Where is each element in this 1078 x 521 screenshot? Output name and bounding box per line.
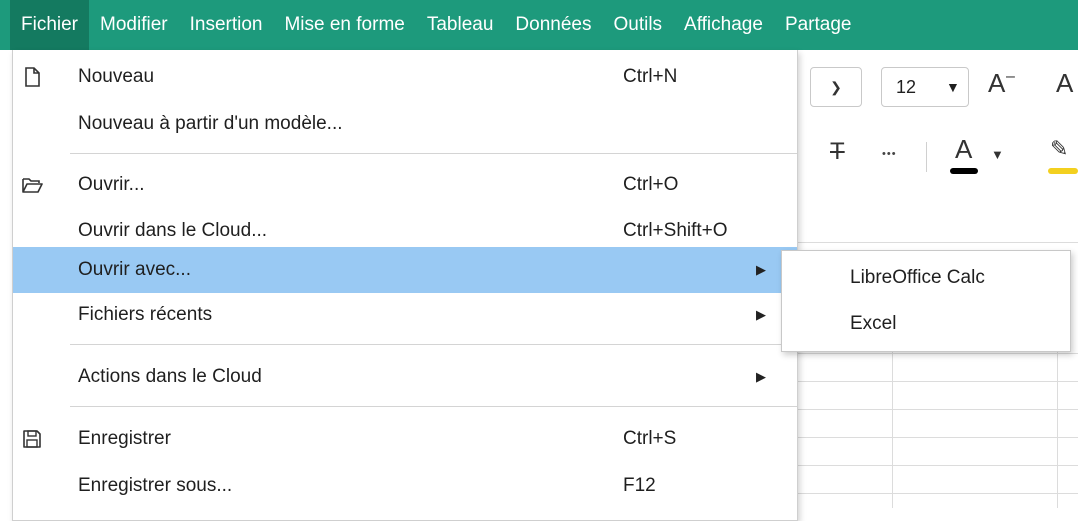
shrink-font-icon[interactable]: A — [1056, 68, 1073, 99]
submenu-item-excel[interactable]: Excel — [850, 313, 896, 335]
more-options-icon[interactable]: ••• — [882, 148, 897, 160]
menu-item-enregistrer-sous[interactable]: Enregistrer sous... F12 — [13, 463, 797, 509]
menu-item-label: Fichiers récents — [78, 304, 213, 325]
menu-outils[interactable]: Outils — [602, 0, 673, 50]
save-icon — [23, 430, 41, 448]
submenu-arrow-icon: ▶ — [756, 262, 766, 277]
menu-item-label: Nouveau à partir d'un modèle... — [78, 113, 343, 134]
shortcut-label: Ctrl+S — [623, 428, 677, 449]
menu-item-enregistrer[interactable]: Enregistrer Ctrl+S — [13, 416, 797, 462]
formatting-toolbar: ❯ 12 ▼ A – A T ••• A ▼ ✎ — [790, 50, 1078, 210]
font-size-value: 12 — [896, 76, 917, 97]
text-color-swatch — [950, 168, 978, 174]
submenu-arrow-icon: ▶ — [756, 307, 766, 322]
shortcut-label: Ctrl+Shift+O — [623, 220, 728, 241]
menu-item-label: Actions dans le Cloud — [78, 366, 262, 387]
menu-separator — [70, 344, 797, 345]
menu-mise-en-forme[interactable]: Mise en forme — [273, 0, 415, 50]
menu-item-nouveau-modele[interactable]: Nouveau à partir d'un modèle... — [13, 101, 797, 147]
font-size-dropdown[interactable]: 12 ▼ — [881, 67, 969, 107]
menu-item-label: Nouveau — [78, 66, 155, 87]
menu-separator — [70, 406, 797, 407]
menu-item-fichiers-recents[interactable]: Fichiers récents ▶ — [13, 292, 797, 338]
menu-item-label: Ouvrir avec... — [78, 259, 191, 280]
shortcut-label: Ctrl+N — [623, 66, 678, 87]
open-with-submenu: LibreOffice Calc Excel — [781, 250, 1071, 352]
menu-item-actions-cloud[interactable]: Actions dans le Cloud ▶ — [13, 354, 797, 400]
menu-item-label: Ouvrir... — [78, 174, 145, 195]
file-menu-dropdown: Nouveau Ctrl+N Nouveau à partir d'un mod… — [12, 50, 798, 521]
highlight-pen-icon[interactable]: ✎ — [1050, 136, 1068, 162]
chevron-down-icon: ❯ — [830, 78, 842, 95]
grow-font-superscript: – — [1006, 68, 1015, 85]
strikethrough-icon[interactable]: T — [830, 138, 845, 166]
menu-insertion[interactable]: Insertion — [179, 0, 274, 50]
menu-item-label: Enregistrer — [78, 428, 171, 449]
menu-separator — [70, 153, 797, 154]
menu-item-label: Ouvrir dans le Cloud... — [78, 220, 268, 241]
chevron-down-icon[interactable]: ▼ — [991, 147, 1004, 162]
menu-item-ouvrir[interactable]: Ouvrir... Ctrl+O — [13, 162, 797, 208]
menu-affichage[interactable]: Affichage — [673, 0, 774, 50]
chevron-down-icon: ▼ — [946, 79, 960, 95]
menu-item-nouveau[interactable]: Nouveau Ctrl+N — [13, 54, 797, 100]
menu-donnees[interactable]: Données — [504, 0, 602, 50]
menu-modifier[interactable]: Modifier — [89, 0, 179, 50]
menu-item-ouvrir-avec[interactable]: Ouvrir avec... ▶ — [13, 247, 797, 293]
highlight-color-swatch — [1048, 168, 1078, 174]
submenu-item-libreoffice-calc[interactable]: LibreOffice Calc — [850, 267, 985, 289]
menu-fichier[interactable]: Fichier — [10, 0, 90, 50]
menu-partage[interactable]: Partage — [774, 0, 863, 50]
shortcut-label: Ctrl+O — [623, 174, 679, 195]
font-name-dropdown[interactable]: ❯ — [810, 67, 862, 107]
menu-item-label: Enregistrer sous... — [78, 475, 233, 496]
menu-bar: Fichier Modifier Insertion Mise en forme… — [0, 0, 1078, 50]
submenu-arrow-icon: ▶ — [756, 369, 766, 384]
new-document-icon — [25, 67, 40, 87]
menu-tableau[interactable]: Tableau — [416, 0, 505, 50]
open-folder-icon — [22, 178, 43, 193]
text-color-icon[interactable]: A — [955, 134, 972, 165]
toolbar-divider — [926, 142, 927, 172]
grow-font-icon[interactable]: A — [988, 68, 1005, 99]
shortcut-label: F12 — [623, 475, 656, 496]
